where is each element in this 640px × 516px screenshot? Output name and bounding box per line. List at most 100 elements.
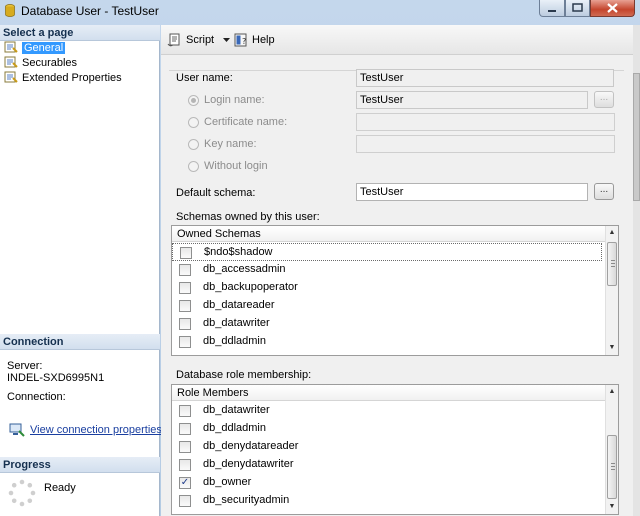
checkbox[interactable] [179,459,191,471]
certificate-name-field[interactable] [356,113,615,131]
certificate-name-radio[interactable] [188,117,199,128]
checkbox[interactable] [179,300,191,312]
role-members-column-header: Role Members [172,385,618,401]
key-name-label: Key name: [204,138,257,150]
list-item-label: db_ddladmin [203,422,266,434]
login-name-field[interactable]: TestUser [356,91,588,109]
role-members-grid[interactable]: Role Members db_datawriter db_ddladmin d… [171,384,619,515]
list-item[interactable]: db_datawriter [172,315,602,333]
maximize-icon [572,3,583,12]
minimize-icon [548,10,556,12]
list-item[interactable]: db_accessadmin [172,261,602,279]
scroll-down-icon[interactable]: ▼ [606,341,618,355]
list-item[interactable]: db_datareader [172,297,602,315]
role-membership-label: Database role membership: [176,369,312,381]
list-item[interactable]: db_datawriter [172,402,602,420]
page-icon [4,56,18,68]
list-item-label: db_securityadmin [203,494,290,506]
scroll-down-icon[interactable]: ▼ [606,500,618,514]
scroll-up-icon[interactable]: ▲ [606,226,618,240]
checkbox[interactable] [180,247,192,259]
connection-label: Connection: [7,391,66,403]
list-item[interactable]: ✓ db_owner [172,474,602,492]
key-name-radio[interactable] [188,139,199,150]
right-panel: Script ? Help User name: TestUser Login … [161,25,633,516]
svg-text:?: ? [242,37,246,46]
owned-schemas-grid[interactable]: Owned Schemas $ndo$shadow db_accessadmin… [171,225,619,356]
page-item-general[interactable]: General [4,41,66,55]
page-item-label: General [22,42,66,54]
without-login-radio[interactable] [188,161,199,172]
login-name-label: Login name: [204,94,265,106]
scroll-thumb[interactable] [607,242,617,286]
checkbox[interactable]: ✓ [179,477,191,489]
list-item[interactable]: db_securityadmin [172,492,602,510]
list-item-label: db_ddladmin [203,335,266,347]
list-item[interactable]: $ndo$shadow [172,243,602,261]
page-item-extended-properties[interactable]: Extended Properties [4,71,122,85]
server-label: Server: [7,360,43,372]
scroll-thumb[interactable] [607,435,617,499]
close-button[interactable] [590,0,635,17]
checkbox[interactable] [179,423,191,435]
list-item[interactable]: db_ddladmin [172,420,602,438]
list-item-label: db_denydatareader [203,440,299,452]
page-item-label: Extended Properties [22,72,122,84]
page-scrollbar[interactable] [633,25,640,516]
script-icon [167,33,180,47]
default-schema-browse-button[interactable]: ... [594,183,614,200]
database-user-window: Database User - TestUser Select a page G… [0,0,640,516]
checkbox[interactable] [179,318,191,330]
list-item-label: db_accessadmin [203,263,286,275]
list-item-label: db_backupoperator [203,281,298,293]
login-name-radio[interactable] [188,95,199,106]
title-bar[interactable]: Database User - TestUser [0,0,640,22]
checkbox[interactable] [179,495,191,507]
without-login-label: Without login [204,160,268,172]
schemas-owned-label: Schemas owned by this user: [176,211,320,223]
connection-header: Connection [0,334,160,350]
view-connection-properties-link[interactable]: View connection properties [30,424,162,436]
page-icon [4,41,18,53]
list-item-label: db_datawriter [203,404,270,416]
key-name-field[interactable] [356,135,615,153]
connection-properties-icon [9,423,25,437]
list-item[interactable]: db_denydatawriter [172,456,602,474]
help-icon: ? [234,33,247,47]
default-schema-field[interactable]: TestUser [356,183,588,201]
checkbox[interactable] [179,282,191,294]
toolbar: Script ? Help [161,25,633,55]
left-panel: Select a page General Securables Extende… [0,25,162,516]
checkbox[interactable] [179,405,191,417]
page-icon [4,71,18,83]
list-item[interactable]: db_denydatareader [172,438,602,456]
list-item[interactable]: db_backupoperator [172,279,602,297]
chevron-down-icon [223,38,230,42]
scroll-up-icon[interactable]: ▲ [606,385,618,399]
progress-header: Progress [0,457,160,473]
server-value: INDEL-SXD6995N1 [7,372,105,384]
close-icon [607,3,618,13]
progress-spinner-icon [8,479,36,507]
minimize-button[interactable] [539,0,565,17]
user-name-field[interactable]: TestUser [356,69,614,87]
list-item-label: db_datareader [203,299,275,311]
list-item-label: db_denydatawriter [203,458,294,470]
checkbox[interactable] [179,336,191,348]
owned-schemas-scrollbar[interactable]: ▲ ▼ [605,226,618,355]
login-browse-button[interactable]: ... [594,91,614,108]
database-icon [5,4,15,17]
page-scroll-thumb[interactable] [633,73,640,201]
list-item[interactable]: db_ddladmin [172,333,602,351]
maximize-button[interactable] [565,0,590,17]
window-title: Database User - TestUser [21,4,159,18]
role-members-scrollbar[interactable]: ▲ ▼ [605,385,618,514]
list-item-label: db_owner [203,476,252,488]
page-item-securables[interactable]: Securables [4,56,77,70]
checkbox[interactable] [179,441,191,453]
progress-status: Ready [44,482,76,494]
select-page-header: Select a page [0,25,160,41]
list-item-label: db_datawriter [203,317,270,329]
script-label: Script [186,34,215,46]
checkbox[interactable] [179,264,191,276]
